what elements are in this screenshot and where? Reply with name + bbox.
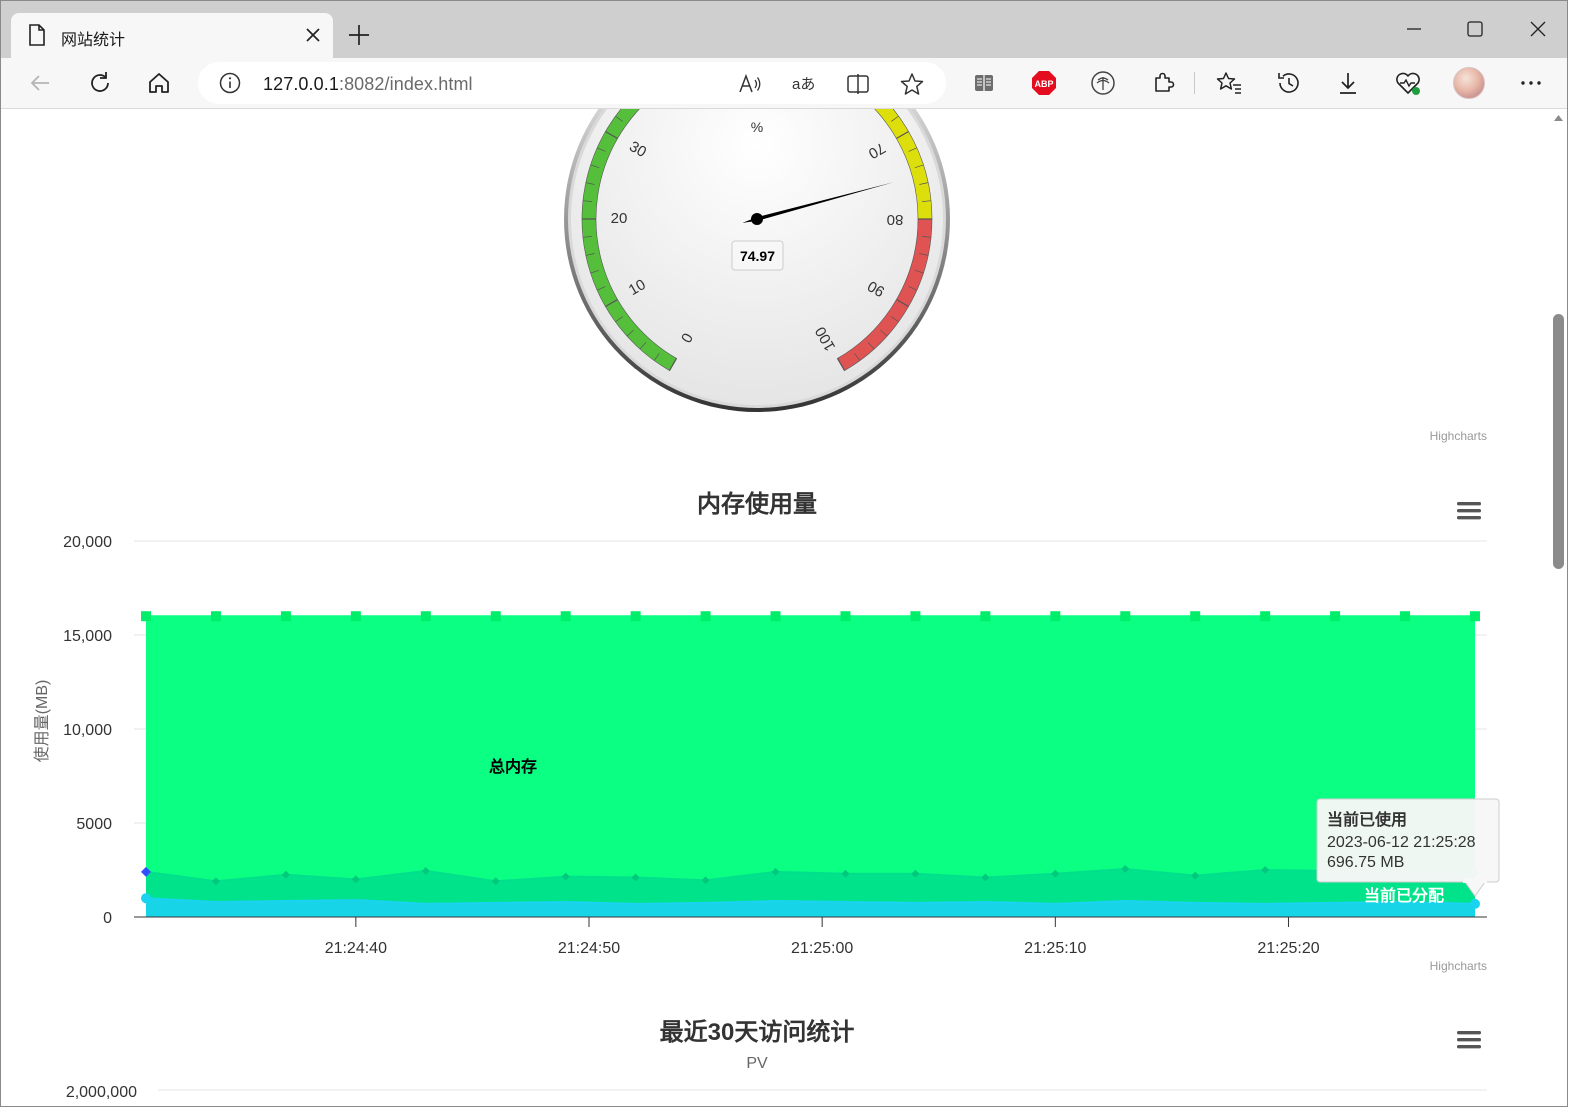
tooltip-time: 2023-06-12 21:25:28 bbox=[1327, 834, 1476, 851]
page-canvas: 0102030 708090100 % 74.97 Highcharts 内存使用… bbox=[33, 109, 1500, 1101]
visits-chart-subtitle: PV bbox=[746, 1055, 768, 1072]
memory-point-0[interactable] bbox=[210, 611, 221, 622]
memory-chart-credit[interactable]: Highcharts bbox=[1430, 959, 1487, 973]
memory-point-0[interactable] bbox=[280, 611, 291, 622]
memory-point-0[interactable] bbox=[1330, 611, 1341, 622]
visits-chart-y-tick: 2,000,000 bbox=[66, 1084, 137, 1101]
tab-strip: 网站统计 bbox=[1, 1, 1567, 58]
memory-point-0[interactable] bbox=[1470, 611, 1480, 622]
memory-chart-series bbox=[145, 615, 1476, 917]
memory-chart-y-tick-label: 5000 bbox=[76, 816, 112, 833]
series-label-allocated: 当前已分配 bbox=[1364, 886, 1444, 905]
memory-point-0[interactable] bbox=[980, 611, 991, 622]
memory-chart-y-tick-label: 15,000 bbox=[63, 628, 112, 645]
memory-chart-menu-icon[interactable] bbox=[1457, 502, 1481, 520]
memory-chart-x-tick-label: 21:25:00 bbox=[791, 940, 853, 957]
memory-point-0[interactable] bbox=[141, 611, 151, 622]
reader-extension-icon[interactable] bbox=[969, 68, 999, 98]
url-text[interactable]: 127.0.0.1:8082/index.html bbox=[263, 74, 473, 95]
memory-point-0[interactable] bbox=[1050, 611, 1061, 622]
url-path: :8082/index.html bbox=[338, 74, 473, 94]
memory-point-0[interactable] bbox=[420, 611, 431, 622]
gauge-pivot bbox=[751, 213, 763, 225]
address-bar[interactable]: 127.0.0.1:8082/index.html aあ bbox=[198, 62, 946, 104]
memory-point-0[interactable] bbox=[350, 611, 361, 622]
memory-point-0[interactable] bbox=[490, 611, 501, 622]
scroll-up-arrow-icon[interactable] bbox=[1553, 113, 1564, 123]
favorite-star-icon[interactable] bbox=[899, 71, 925, 97]
visits-chart: 最近30天访问统计 PV 2,000,000 bbox=[66, 1018, 1487, 1101]
back-icon[interactable] bbox=[25, 68, 55, 98]
favorites-icon[interactable] bbox=[1214, 68, 1244, 98]
page-scrollbar[interactable] bbox=[1549, 109, 1567, 1106]
scrollbar-thumb[interactable] bbox=[1553, 314, 1564, 569]
memory-chart-y-axis-label: 使用量(MB) bbox=[33, 680, 51, 763]
profile-avatar[interactable] bbox=[1453, 67, 1485, 99]
memory-point-0[interactable] bbox=[1400, 611, 1411, 622]
maximize-icon[interactable] bbox=[1460, 15, 1490, 43]
svg-text:ABP: ABP bbox=[1034, 79, 1053, 89]
memory-point-0[interactable] bbox=[1120, 611, 1131, 622]
svg-text:aあ: aあ bbox=[792, 76, 815, 93]
site-info-icon[interactable] bbox=[218, 71, 242, 95]
memory-point-0[interactable] bbox=[1190, 611, 1201, 622]
palm-extension-icon[interactable] bbox=[1088, 68, 1118, 98]
close-tab-icon[interactable] bbox=[301, 23, 325, 47]
memory-point-0[interactable] bbox=[630, 611, 641, 622]
gauge-value-label: 74.97 bbox=[740, 248, 775, 264]
memory-point-0[interactable] bbox=[770, 611, 781, 622]
minimize-icon[interactable] bbox=[1399, 15, 1429, 43]
downloads-icon[interactable] bbox=[1333, 68, 1363, 98]
memory-point-0[interactable] bbox=[910, 611, 921, 622]
close-window-icon[interactable] bbox=[1523, 15, 1553, 43]
memory-point-0[interactable] bbox=[560, 611, 571, 622]
tab-title: 网站统计 bbox=[61, 32, 126, 49]
tooltip-value: 696.75 MB bbox=[1327, 854, 1404, 871]
history-icon[interactable] bbox=[1274, 68, 1304, 98]
visits-chart-menu-icon[interactable] bbox=[1457, 1031, 1481, 1049]
memory-chart-y-tick-label: 10,000 bbox=[63, 722, 112, 739]
memory-chart-x-ticks: 21:24:40 21:24:50 21:25:00 21:25:10 21:25:20 bbox=[325, 917, 1320, 957]
toolbar-divider bbox=[1194, 72, 1195, 94]
split-screen-icon[interactable] bbox=[845, 71, 871, 97]
memory-chart-x-tick-label: 21:25:20 bbox=[1257, 940, 1319, 957]
new-tab-icon[interactable] bbox=[345, 21, 373, 49]
extensions-icon[interactable] bbox=[1148, 68, 1178, 98]
memory-chart: 内存使用量 20,000 15,000 10,000 5000 0 使用量(MB) 21… bbox=[33, 491, 1500, 957]
memory-chart-tooltip: 当前已使用 2023-06-12 21:25:28 696.75 MB bbox=[1316, 798, 1500, 897]
memory-chart-x-tick-label: 21:25:10 bbox=[1024, 940, 1086, 957]
tooltip-series-name: 当前已使用 bbox=[1327, 810, 1407, 829]
gauge-tick-label: 20 bbox=[611, 210, 628, 227]
visits-chart-title: 最近30天访问统计 bbox=[660, 1018, 855, 1046]
memory-chart-title: 内存使用量 bbox=[697, 491, 817, 518]
memory-chart-y-tick-label: 0 bbox=[103, 910, 112, 927]
memory-chart-y-tick-label: 20,000 bbox=[63, 534, 112, 551]
memory-point-0[interactable] bbox=[700, 611, 711, 622]
gauge-credit[interactable]: Highcharts bbox=[1430, 429, 1487, 443]
refresh-icon[interactable] bbox=[85, 68, 115, 98]
gauge-tick-label: 80 bbox=[887, 211, 904, 228]
adblock-plus-icon[interactable]: ABP bbox=[1029, 68, 1059, 98]
translate-icon[interactable]: aあ bbox=[791, 71, 817, 97]
memory-point-0[interactable] bbox=[1260, 611, 1271, 622]
gauge-unit-label: % bbox=[751, 119, 763, 135]
read-aloud-icon[interactable] bbox=[737, 71, 763, 97]
home-icon[interactable] bbox=[144, 68, 174, 98]
memory-chart-x-tick-label: 21:24:40 bbox=[325, 940, 387, 957]
cpu-gauge: 0102030 708090100 % 74.97 bbox=[564, 109, 950, 412]
memory-point-2[interactable] bbox=[141, 893, 151, 904]
memory-point-2[interactable] bbox=[1470, 898, 1480, 909]
page-icon bbox=[29, 24, 45, 46]
memory-point-0[interactable] bbox=[840, 611, 851, 622]
more-options-icon[interactable] bbox=[1516, 68, 1546, 98]
active-tab[interactable]: 网站统计 bbox=[11, 13, 333, 58]
browser-window: 网站统计 127.0.0.1:8082/index.html aあ ABP 0 … bbox=[0, 0, 1568, 1107]
url-host: 127.0.0.1 bbox=[263, 74, 339, 94]
memory-chart-y-ticks: 20,000 15,000 10,000 5000 0 bbox=[63, 534, 112, 927]
memory-chart-x-tick-label: 21:24:50 bbox=[558, 940, 620, 957]
browser-toolbar: 127.0.0.1:8082/index.html aあ ABP bbox=[1, 58, 1567, 109]
page-content: 0 10 20 30 70 80 90 100 % 74.97 Highcharts 内存使用… bbox=[1, 109, 1549, 1106]
browser-essentials-icon[interactable] bbox=[1393, 68, 1423, 98]
series-label-total-memory: 总内存 bbox=[489, 757, 537, 776]
